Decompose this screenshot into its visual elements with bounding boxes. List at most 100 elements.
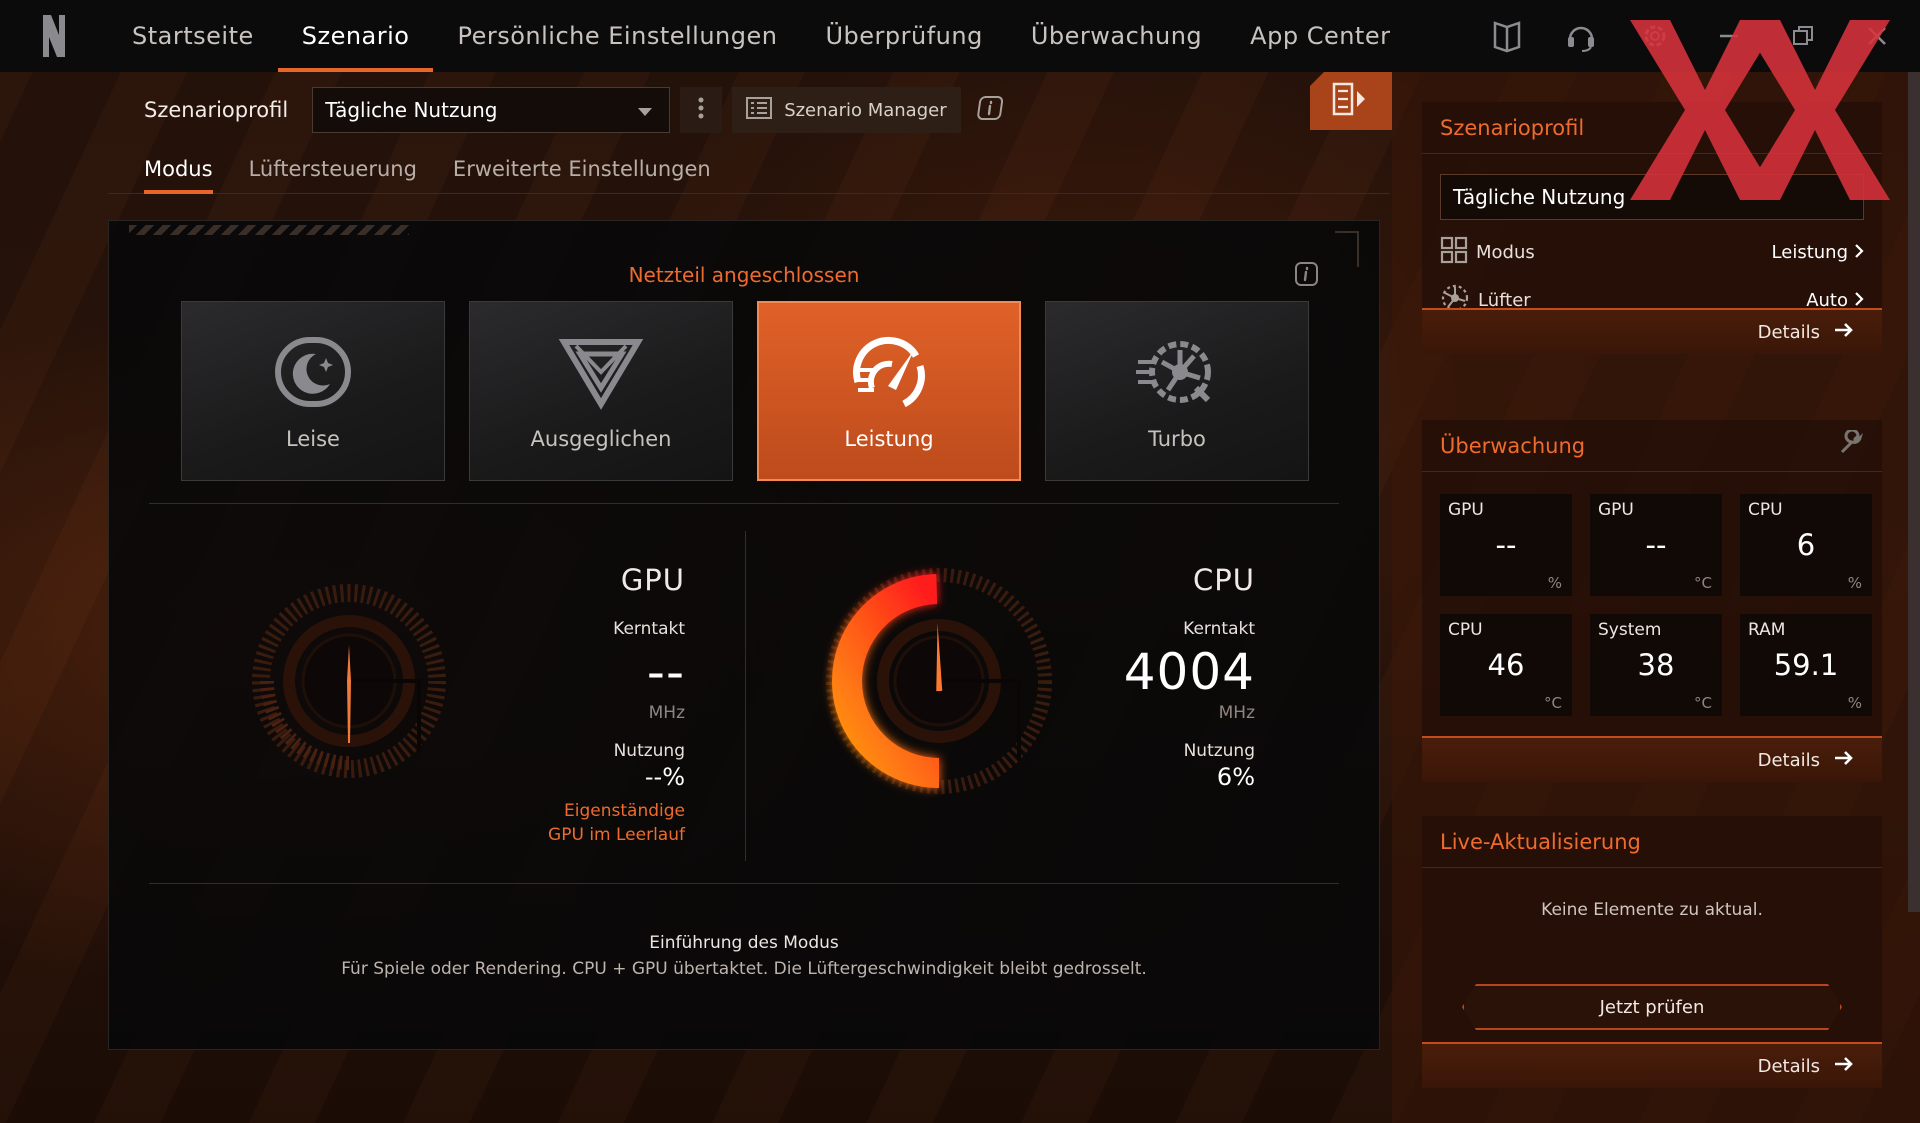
profile-label: Szenarioprofil	[144, 98, 289, 122]
tab-modus[interactable]: Modus	[144, 144, 231, 194]
info-button[interactable]	[976, 95, 1003, 125]
monitor-tile-cpu-usage: CPU 6 %	[1740, 494, 1872, 596]
tile-value: 6	[1796, 528, 1816, 562]
tile-label: GPU	[1448, 500, 1484, 520]
vertical-dots-icon	[698, 97, 704, 123]
mode-card: Netzteil angeschlossen Leise Ausgegliche…	[108, 220, 1380, 1050]
nav-szenario[interactable]: Szenario	[277, 0, 434, 72]
nav-ueberwachung[interactable]: Überwachung	[1007, 0, 1226, 72]
divider	[149, 883, 1339, 884]
side-live-details-button[interactable]: Details	[1422, 1042, 1882, 1088]
side-row-value: Leistung	[1771, 241, 1848, 263]
side-live-title-text: Live-Aktualisierung	[1440, 829, 1641, 854]
cpu-stats: CPU Kerntakt 4004 MHz Nutzung 6%	[969, 563, 1255, 791]
monitor-tile-gpu-temp: GPU -- °C	[1590, 494, 1722, 596]
tab-lueftersteuerung[interactable]: Lüftersteuerung	[249, 144, 435, 193]
gpu-idle-warning: Eigenständige GPU im Leerlauf	[548, 801, 685, 845]
mode-turbo-button[interactable]: Turbo	[1045, 301, 1309, 481]
nav-persoenliche-einstellungen[interactable]: Persönliche Einstellungen	[433, 0, 801, 72]
tile-label: GPU	[1598, 500, 1634, 520]
nav-ueberpruefung[interactable]: Überprüfung	[801, 0, 1006, 72]
chevron-right-icon	[1854, 242, 1864, 263]
side-panel-toggle-button[interactable]	[1310, 72, 1392, 130]
tile-unit: °C	[1544, 694, 1562, 712]
live-empty-text: Keine Elemente zu aktual.	[1541, 900, 1763, 920]
tile-value: 59.1	[1773, 648, 1839, 682]
mode-label: Leise	[286, 426, 340, 451]
profile-row: Szenarioprofil Tägliche Nutzung Szenario…	[144, 86, 1003, 134]
mode-leise-button[interactable]: Leise	[181, 301, 445, 481]
monitor-tile-cpu-temp: CPU 46 °C	[1440, 614, 1572, 716]
tile-label: CPU	[1448, 620, 1483, 640]
nav-startseite[interactable]: Startseite	[108, 0, 278, 72]
info-icon	[976, 95, 1003, 125]
side-live-title: Live-Aktualisierung	[1422, 816, 1882, 868]
triangle-icon	[556, 332, 646, 417]
book-icon[interactable]	[1490, 19, 1524, 53]
cpu-usage-value: 6%	[1216, 763, 1255, 791]
divider	[745, 531, 746, 861]
side-monitor-details-button[interactable]: Details	[1422, 736, 1882, 782]
tile-value: --	[1495, 528, 1517, 562]
side-profile-select-value: Tägliche Nutzung	[1453, 185, 1626, 209]
mode-intro-text: Für Spiele oder Rendering. CPU + GPU übe…	[341, 959, 1147, 979]
side-monitor-title: Überwachung	[1422, 420, 1882, 472]
tile-unit: %	[1547, 574, 1562, 592]
mode-label: Turbo	[1148, 426, 1206, 451]
decorative-corner	[1335, 231, 1359, 267]
tile-value: 38	[1637, 648, 1675, 682]
mode-buttons: Leise Ausgeglichen Leistung Turbo	[181, 301, 1309, 481]
cpu-clock-label: Kerntakt	[1183, 619, 1255, 639]
mode-info-button[interactable]	[1293, 261, 1319, 291]
side-profile-title-text: Szenarioprofil	[1440, 115, 1585, 140]
info-icon	[1293, 262, 1319, 291]
mode-ausgeglichen-button[interactable]: Ausgeglichen	[469, 301, 733, 481]
headset-icon[interactable]	[1564, 19, 1598, 53]
monitor-tile-gpu-usage: GPU -- %	[1440, 494, 1572, 596]
gpu-stats: GPU Kerntakt -- MHz Nutzung --% Eigenstä…	[409, 563, 685, 847]
power-status: Netzteil angeschlossen	[628, 263, 860, 287]
more-options-button[interactable]	[680, 87, 723, 133]
scrollbar[interactable]	[1908, 72, 1920, 912]
tile-unit: %	[1847, 574, 1862, 592]
speedometer-icon	[844, 332, 934, 417]
side-monitor-title-text: Überwachung	[1440, 433, 1586, 458]
grid-icon	[1440, 236, 1468, 269]
scenario-manager-label: Szenario Manager	[784, 99, 947, 121]
monitor-tile-ram-usage: RAM 59.1 %	[1740, 614, 1872, 716]
profile-select[interactable]: Tägliche Nutzung	[312, 87, 671, 133]
arrow-right-icon	[1834, 322, 1854, 343]
main-panel: Szenarioprofil Tägliche Nutzung Szenario…	[108, 72, 1392, 1123]
details-label: Details	[1757, 749, 1820, 771]
side-panel: Szenarioprofil Tägliche Nutzung Modus Le…	[1392, 72, 1920, 1123]
details-label: Details	[1757, 1055, 1820, 1077]
mode-label: Leistung	[844, 426, 934, 451]
tab-erweiterte-einstellungen[interactable]: Erweiterte Einstellungen	[453, 144, 729, 193]
list-icon	[746, 96, 773, 124]
scenario-manager-button[interactable]: Szenario Manager	[732, 87, 961, 133]
arrow-right-icon	[1834, 1056, 1854, 1077]
gpu-title: GPU	[620, 563, 685, 597]
app-logo-icon[interactable]	[0, 0, 108, 72]
side-profile-details-button[interactable]: Details	[1422, 308, 1882, 354]
nav-app-center[interactable]: App Center	[1226, 0, 1414, 72]
tile-label: System	[1598, 620, 1662, 640]
panel-collapse-icon	[1331, 81, 1371, 121]
check-now-button[interactable]: Jetzt prüfen	[1462, 984, 1842, 1030]
main-nav: Startseite Szenario Persönliche Einstell…	[108, 0, 1414, 72]
monitor-tiles: GPU -- % GPU -- °C CPU 6 % CPU 46 °C Sys…	[1422, 472, 1882, 716]
gpu-usage-label: Nutzung	[613, 741, 685, 761]
divider	[149, 503, 1339, 504]
details-label: Details	[1757, 321, 1820, 343]
profile-select-value: Tägliche Nutzung	[325, 98, 498, 122]
tile-unit: °C	[1694, 574, 1712, 592]
tile-label: CPU	[1748, 500, 1783, 520]
wrench-icon[interactable]	[1838, 428, 1864, 461]
gpu-clock-value: --	[646, 643, 685, 701]
mode-leistung-button[interactable]: Leistung	[757, 301, 1021, 481]
tile-unit: °C	[1694, 694, 1712, 712]
side-monitor-card: Überwachung GPU -- % GPU -- °C CPU 6 % C…	[1422, 420, 1882, 782]
sub-tabs: Modus Lüftersteuerung Erweiterte Einstel…	[108, 144, 1390, 194]
mode-label: Ausgeglichen	[530, 426, 672, 451]
side-row-modus[interactable]: Modus Leistung	[1440, 228, 1864, 276]
